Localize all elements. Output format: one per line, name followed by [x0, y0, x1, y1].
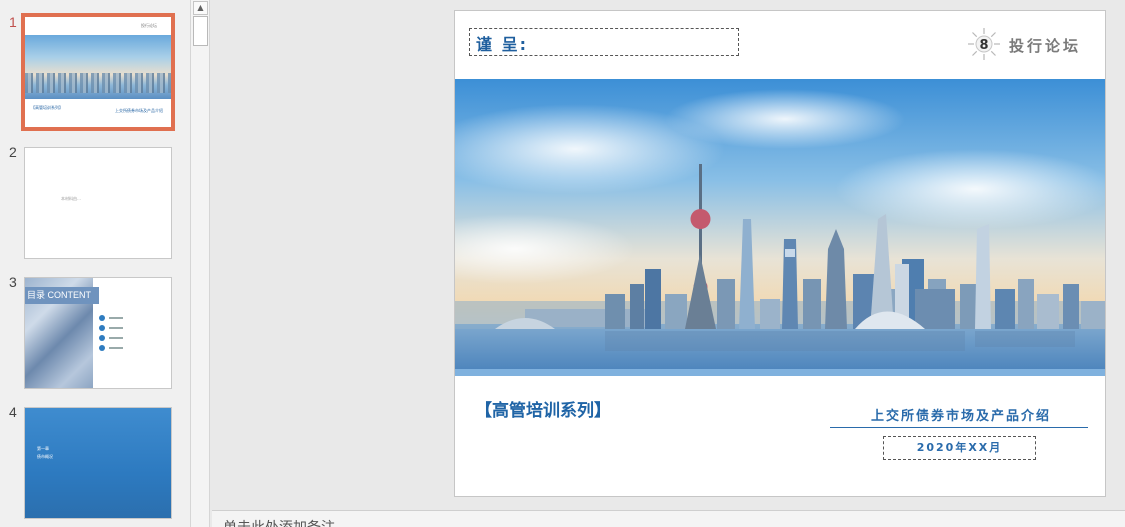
slide-editing-area: 谨 呈: 8 投行论坛 【高管培训系列】 上交所债券市场及产品介绍 2020年X… [212, 0, 1125, 510]
notes-placeholder: 单击此处添加备注 [223, 517, 335, 527]
thumbnail-toc-item [99, 315, 159, 321]
slide-thumbnail-pane: 1 投行论坛 【高管培训系列】 上交所债券市场及产品介绍 2 本材料由… 3 目… [0, 0, 190, 527]
slide-thumbnail-1[interactable]: 投行论坛 【高管培训系列】 上交所债券市场及产品介绍 [21, 13, 175, 131]
thumbnail-chapter: 第一章 [37, 446, 49, 451]
series-title[interactable]: 【高管培训系列】 [475, 396, 611, 421]
thumbnail-body-text: 本材料由… [61, 196, 81, 201]
scrollbar-thumb[interactable] [193, 16, 208, 46]
decorative-blue-band [455, 369, 1105, 376]
logo-text: 投行论坛 [1009, 37, 1082, 55]
thumbnail-toc-item [99, 325, 159, 331]
greeting-textbox[interactable]: 谨 呈: [469, 28, 739, 56]
current-slide[interactable]: 谨 呈: 8 投行论坛 【高管培训系列】 上交所债券市场及产品介绍 2020年X… [454, 10, 1106, 497]
thumbnail-title: 【高管培训系列】 [31, 105, 63, 110]
presentation-editor: 1 投行论坛 【高管培训系列】 上交所债券市场及产品介绍 2 本材料由… 3 目… [0, 0, 1125, 527]
slide-thumbnail-2[interactable]: 本材料由… [24, 147, 172, 259]
thumbnail-toc-item [99, 345, 159, 351]
thumbnail-chapter-title: 债市概况 [37, 454, 53, 459]
skyline-image-icon [455, 79, 1105, 369]
slide-number-1: 1 [9, 14, 17, 30]
logo-number: 8 [979, 38, 988, 53]
notes-pane[interactable]: 单击此处添加备注 [212, 510, 1125, 527]
thumbnail-toc-item [99, 335, 159, 341]
thumbnail-scrollbar[interactable]: ▲ [190, 0, 210, 527]
thumbnail-toc-title: 目录 CONTENT [25, 287, 99, 304]
city-skyline-photo [455, 79, 1105, 369]
slide-number-4: 4 [9, 404, 17, 420]
subtitle-underline [830, 427, 1088, 428]
slide-subtitle[interactable]: 上交所债券市场及产品介绍 [833, 405, 1089, 424]
scroll-up-arrow-icon[interactable]: ▲ [193, 1, 208, 15]
slide-thumbnail-4[interactable]: 第一章 债市概况 [24, 407, 172, 519]
slide-number-2: 2 [9, 144, 17, 160]
sunburst-logo-icon: 8 [968, 28, 1000, 60]
logo: 8 投行论坛 [965, 27, 1095, 61]
date-textbox[interactable]: 2020年XX月 [883, 436, 1036, 460]
slide-thumbnail-3[interactable]: 目录 CONTENT [24, 277, 172, 389]
slide-number-3: 3 [9, 274, 17, 290]
greeting-text: 谨 呈: [476, 35, 528, 54]
thumbnail-skyline [25, 73, 171, 93]
thumbnail-logo-text: 投行论坛 [141, 23, 157, 28]
thumbnail-subtitle: 上交所债券市场及产品介绍 [115, 108, 163, 113]
